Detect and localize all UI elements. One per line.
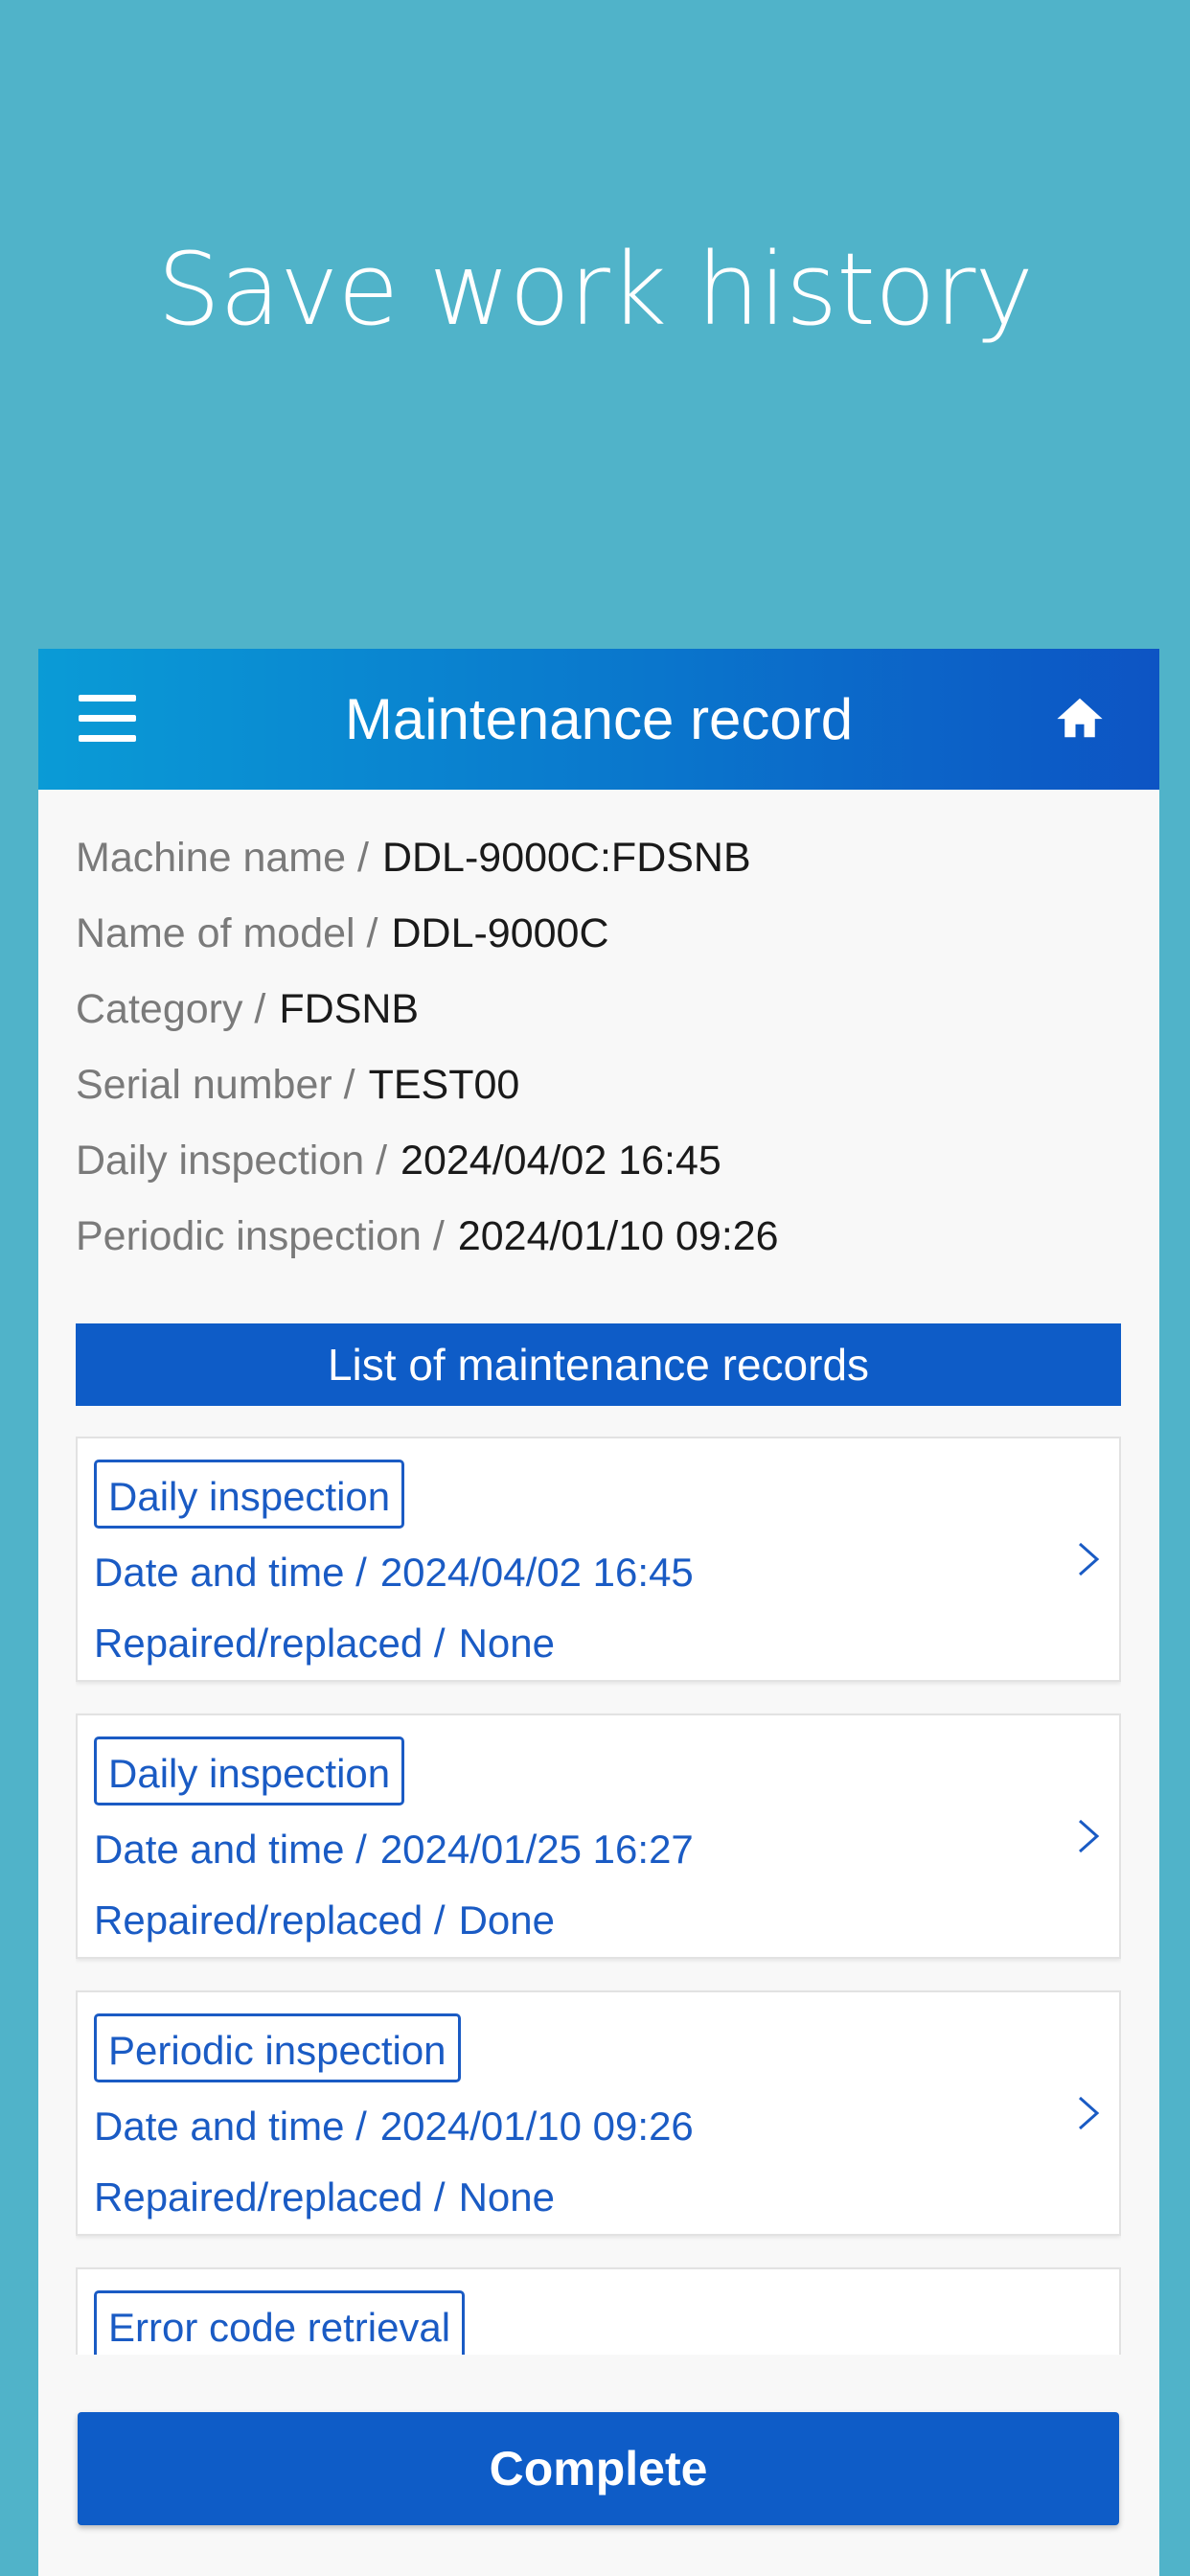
record-repaired-value: Done xyxy=(458,1898,555,1943)
record-card[interactable]: Daily inspection Date and time / 2024/04/… xyxy=(76,1437,1121,1682)
chevron-right-icon xyxy=(1079,2096,1100,2130)
record-datetime: Date and time / 2024/01/25 16:27 xyxy=(94,1827,694,1873)
info-row-machine-name: Machine name / DDL-9000C:FDSNB xyxy=(76,827,1130,903)
info-label: Category / xyxy=(76,986,266,1032)
record-datetime-label: Date and time / xyxy=(94,1550,367,1595)
hamburger-menu-icon[interactable] xyxy=(79,695,136,743)
record-datetime-value: 2024/01/25 16:27 xyxy=(379,1827,694,1872)
machine-info: Machine name / DDL-9000C:FDSNB Name of mo… xyxy=(76,827,1130,1281)
app-header: Maintenance record xyxy=(38,649,1159,790)
record-datetime: Date and time / 2024/01/10 09:26 xyxy=(94,2104,694,2150)
info-label: Machine name / xyxy=(76,835,369,881)
record-repaired-value: None xyxy=(458,1621,555,1666)
info-row-category: Category / FDSNB xyxy=(76,978,1130,1054)
record-datetime-value: 2024/04/02 16:45 xyxy=(379,1550,694,1595)
record-repaired: Repaired/replaced / None xyxy=(94,1621,555,1667)
promo-title: Save work history xyxy=(157,231,1034,348)
record-repaired-value: None xyxy=(458,2174,555,2220)
record-repaired: Repaired/replaced / Done xyxy=(94,1898,555,1944)
chevron-right-icon xyxy=(1079,1819,1100,1853)
record-datetime: Date and time / 2024/04/02 16:45 xyxy=(94,1550,694,1596)
record-list[interactable]: Daily inspection Date and time / 2024/04/… xyxy=(76,1437,1121,2355)
record-repaired-label: Repaired/replaced / xyxy=(94,2174,446,2220)
record-repaired-label: Repaired/replaced / xyxy=(94,1898,446,1943)
record-card[interactable]: Daily inspection Date and time / 2024/01/… xyxy=(76,1714,1121,1959)
info-value: DDL-9000C:FDSNB xyxy=(381,835,751,881)
record-repaired: Repaired/replaced / None xyxy=(94,2174,555,2220)
info-label: Daily inspection / xyxy=(76,1138,388,1184)
info-row-serial-number: Serial number / TEST00 xyxy=(76,1054,1130,1130)
info-row-daily-inspection: Daily inspection / 2024/04/02 16:45 xyxy=(76,1130,1130,1206)
chevron-right-icon xyxy=(1079,1542,1100,1576)
record-type-tag: Daily inspection xyxy=(94,1460,405,1529)
info-value: TEST00 xyxy=(368,1062,520,1108)
info-label: Name of model / xyxy=(76,910,378,956)
record-card[interactable]: Error code retrieval xyxy=(76,2267,1121,2355)
record-repaired-label: Repaired/replaced / xyxy=(94,1621,446,1666)
info-row-model-name: Name of model / DDL-9000C xyxy=(76,903,1130,978)
record-card[interactable]: Periodic inspection Date and time / 2024/… xyxy=(76,1990,1121,2236)
info-value: FDSNB xyxy=(279,986,420,1032)
header-title: Maintenance record xyxy=(344,687,854,751)
info-value: DDL-9000C xyxy=(391,910,609,956)
record-type-tag: Periodic inspection xyxy=(94,2013,461,2082)
record-datetime-label: Date and time / xyxy=(94,2104,367,2149)
home-icon[interactable] xyxy=(1054,692,1106,744)
record-type-tag: Error code retrieval xyxy=(94,2290,466,2355)
complete-button[interactable]: Complete xyxy=(78,2412,1119,2525)
info-label: Serial number / xyxy=(76,1062,355,1108)
record-datetime-label: Date and time / xyxy=(94,1827,367,1872)
info-row-periodic-inspection: Periodic inspection / 2024/01/10 09:26 xyxy=(76,1206,1130,1281)
record-datetime-value: 2024/01/10 09:26 xyxy=(379,2104,694,2149)
info-value: 2024/01/10 09:26 xyxy=(457,1213,779,1259)
info-value: 2024/04/02 16:45 xyxy=(400,1138,721,1184)
info-label: Periodic inspection / xyxy=(76,1213,445,1259)
app-screen: Maintenance record Machine name / DDL-900… xyxy=(38,649,1159,2576)
records-section-title: List of maintenance records xyxy=(76,1323,1121,1406)
record-type-tag: Daily inspection xyxy=(94,1736,405,1806)
